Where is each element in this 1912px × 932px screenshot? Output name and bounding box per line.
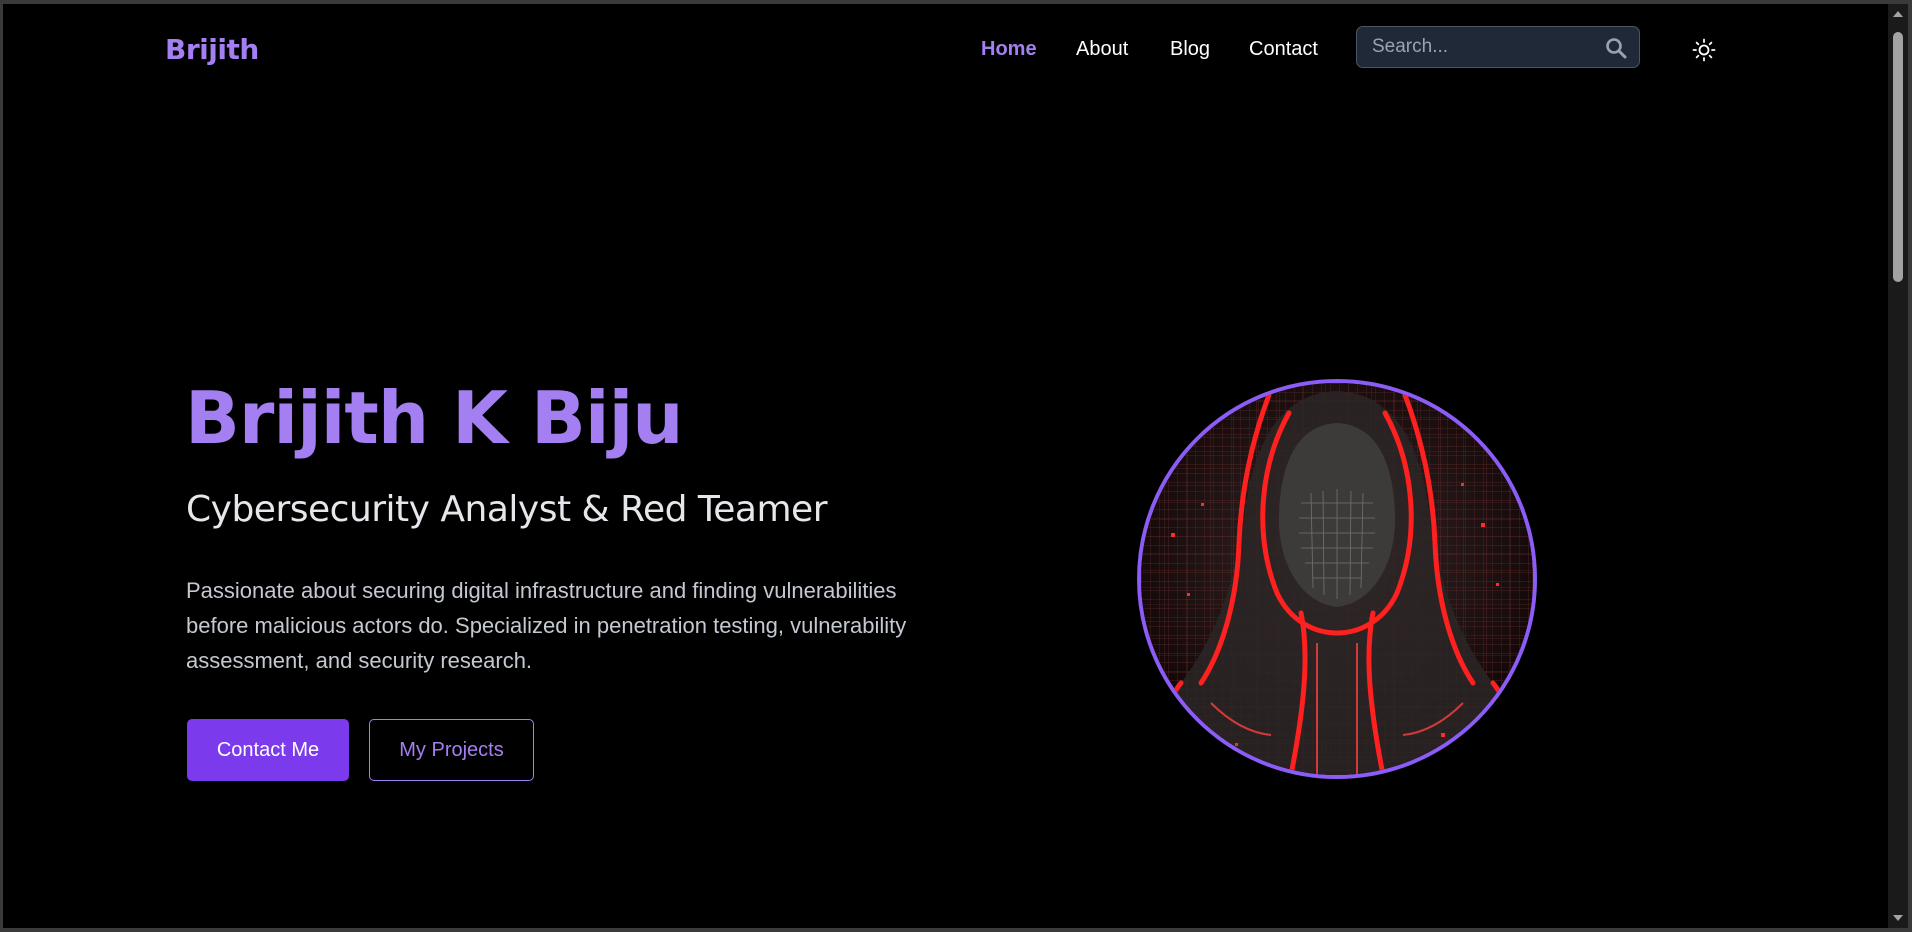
hero-role: Cybersecurity Analyst & Red Teamer xyxy=(186,489,828,530)
hero-description: Passionate about securing digital infras… xyxy=(186,578,907,673)
vertical-scrollbar[interactable] xyxy=(1888,4,1908,928)
scroll-down-arrow-icon[interactable] xyxy=(1888,908,1908,928)
my-projects-button[interactable]: My Projects xyxy=(369,719,534,781)
nav-blog[interactable]: Blog xyxy=(1170,38,1210,61)
contact-me-button[interactable]: Contact Me xyxy=(187,719,349,781)
scroll-up-arrow-icon[interactable] xyxy=(1888,4,1908,24)
hero-name: Brijith K Biju xyxy=(185,376,684,460)
nav-contact[interactable]: Contact xyxy=(1249,38,1318,61)
scroll-thumb[interactable] xyxy=(1893,32,1903,282)
nav-about[interactable]: About xyxy=(1076,38,1128,61)
hooded-hacker-avatar-icon xyxy=(1141,383,1533,775)
avatar xyxy=(1137,379,1537,779)
page: Brijith Home About Blog Contact Search..… xyxy=(3,4,1888,928)
search-box xyxy=(1356,26,1640,68)
nav-home[interactable]: Home xyxy=(981,38,1037,61)
site-logo[interactable]: Brijith xyxy=(165,33,259,66)
sun-icon[interactable] xyxy=(1691,37,1717,63)
search-icon[interactable] xyxy=(1604,36,1628,60)
search-input[interactable] xyxy=(1357,27,1597,67)
